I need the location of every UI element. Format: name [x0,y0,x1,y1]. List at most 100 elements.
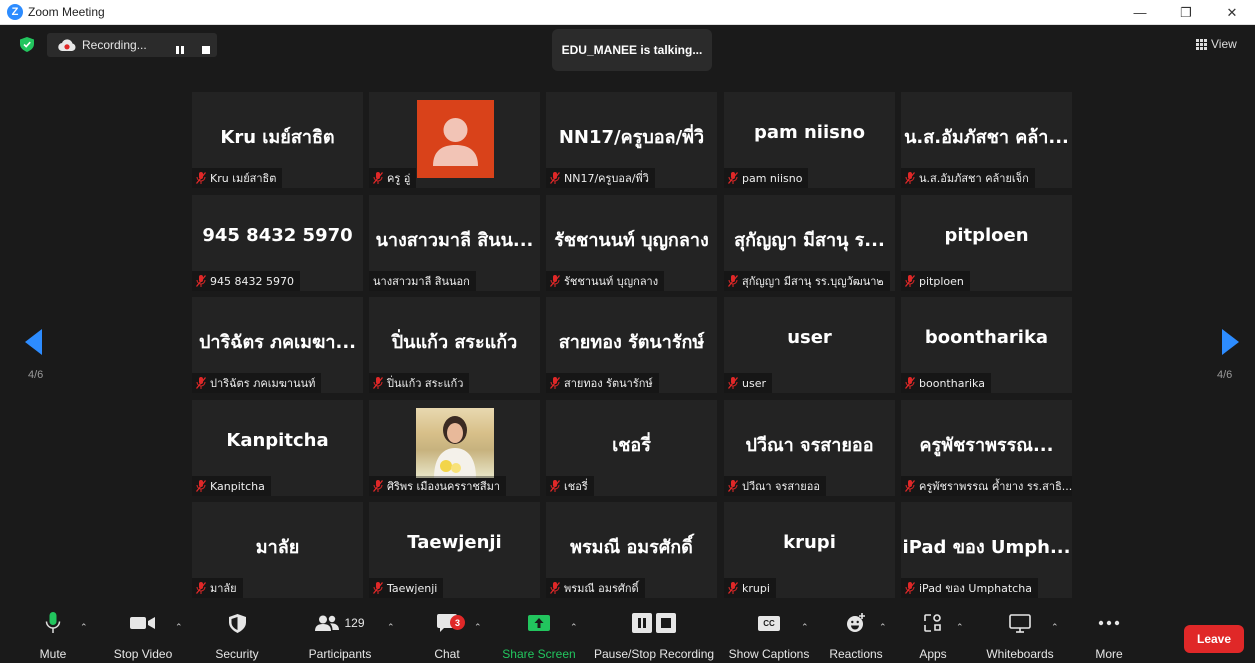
stop-recording-button[interactable] [201,40,211,54]
minimize-button[interactable]: — [1117,0,1163,25]
participant-caption-text: Kru เมย์สาธิต [210,172,277,185]
stop-video-button[interactable]: Stop Video [110,608,176,663]
participant-tile[interactable]: สุกัญญา มีสานุ ร... สุกัญญา มีสานุ รร.บุญ… [724,195,895,291]
apps-options-chevron-icon[interactable]: ⌃ [956,623,964,633]
participant-caption-text: 945 8432 5970 [210,274,294,288]
participant-display-name: น.ส.อัมภัสชา คล้า... [904,127,1069,148]
video-options-chevron-icon[interactable]: ⌃ [175,623,183,633]
participant-display-name: Kru เมย์สาธิต [220,127,335,148]
participant-tile[interactable]: เชอรี่ เชอรี่ [546,400,717,496]
participant-tile[interactable]: Kru เมย์สาธิต Kru เมย์สาธิต [192,92,363,188]
participant-tile[interactable]: ครูพัชราพรรณ... ครูพัชราพรรณ ค้ำยาง รร.สา… [901,400,1072,496]
pause-recording-button[interactable] [175,40,185,54]
participant-display-name: pam niisno [753,122,866,143]
recording-indicator: Recording... [47,33,217,57]
participant-tile[interactable]: boontharika boontharika [901,297,1072,393]
muted-microphone-icon [727,582,739,594]
whiteboards-options-chevron-icon[interactable]: ⌃ [1051,623,1059,633]
muted-microphone-icon [195,582,207,594]
participant-tile[interactable]: pitploen pitploen [901,195,1072,291]
cloud-recording-icon [58,39,76,52]
maximize-button[interactable]: ❐ [1163,0,1209,25]
participant-caption-text: ปิ่นแก้ว สระแก้ว [387,377,464,390]
pause-stop-recording-button[interactable]: Pause/Stop Recording [594,608,714,663]
participant-tile[interactable]: Taewjenji Taewjenji [369,502,540,598]
apps-button[interactable]: Apps [916,608,950,663]
encryption-shield-icon[interactable] [20,37,34,52]
participant-name-caption: Kanpitcha [192,476,271,496]
participant-tile[interactable]: รัชชานนท์ บุญกลาง รัชชานนท์ บุญกลาง [546,195,717,291]
muted-microphone-icon [904,480,916,492]
audio-options-chevron-icon[interactable]: ⌃ [80,623,88,633]
show-captions-label: Show Captions [728,647,810,661]
muted-microphone-icon [727,275,739,287]
participant-tile[interactable]: ครู อู่ [369,92,540,188]
security-button[interactable]: Security [212,608,262,663]
participant-name-caption: 945 8432 5970 [192,271,300,291]
participant-caption-text: user [742,376,766,390]
participant-name-caption: pam niisno [724,168,809,188]
participant-caption-text: pam niisno [742,171,803,185]
muted-microphone-icon [195,172,207,184]
participant-tile[interactable]: krupi krupi [724,502,895,598]
security-shield-icon [228,613,246,633]
participant-caption-text: ครูพัชราพรรณ ค้ำยาง รร.สาธิ... [919,480,1072,493]
participant-display-name: Taewjenji [407,532,502,553]
title-bar: Z Zoom Meeting — ❐ ✕ [0,0,1255,25]
view-button[interactable]: View [1196,35,1244,53]
participant-tile[interactable]: ปิ่นแก้ว สระแก้ว ปิ่นแก้ว สระแก้ว [369,297,540,393]
leave-button[interactable]: Leave [1184,625,1244,653]
participant-name-caption: ปวีณา จรสายออ [724,476,826,496]
participant-tile[interactable]: นางสาวมาลี สินน... นางสาวมาลี สินนอก [369,195,540,291]
participant-tile[interactable]: ปวีณา จรสายออ ปวีณา จรสายออ [724,400,895,496]
participant-display-name: Kanpitcha [226,430,329,451]
next-page-arrow-icon[interactable] [1222,329,1239,355]
more-button[interactable]: More [1092,608,1126,663]
participant-tile[interactable]: น.ส.อัมภัสชา คล้า... น.ส.อัมภัสชา คล้ายเจ… [901,92,1072,188]
participant-display-name: boontharika [924,327,1049,348]
chat-options-chevron-icon[interactable]: ⌃ [474,623,482,633]
show-captions-button[interactable]: CC Show Captions [728,608,810,663]
muted-microphone-icon [195,377,207,389]
zoom-logo-icon: Z [7,4,23,20]
participant-video-thumbnail [416,408,494,478]
muted-microphone-icon [372,172,384,184]
participant-tile[interactable]: user user [724,297,895,393]
participant-tile[interactable]: Kanpitcha Kanpitcha [192,400,363,496]
participant-caption-text: ปวีณา จรสายออ [742,480,820,493]
participant-tile[interactable]: NN17/ครูบอล/พี่วิ NN17/ครูบอล/พี่วิ [546,92,717,188]
reactions-options-chevron-icon[interactable]: ⌃ [879,623,887,633]
participant-tile[interactable]: pam niisno pam niisno [724,92,895,188]
participants-label: Participants [308,647,372,661]
participant-caption-text: พรมณี อมรศักดิ์ [564,582,639,595]
apps-label: Apps [919,647,947,661]
participant-tile[interactable]: ปาริฉัตร ภคเมฆา... ปาริฉัตร ภคเมฆานนท์ [192,297,363,393]
participants-button[interactable]: 129 Participants [305,608,375,663]
mute-button[interactable]: Mute [30,608,76,663]
participant-display-name: ปิ่นแก้ว สระแก้ว [391,332,518,353]
participant-tile[interactable]: พรมณี อมรศักดิ์ พรมณี อมรศักดิ์ [546,502,717,598]
participants-count: 129 [344,616,365,630]
prev-page-arrow-icon[interactable] [25,329,42,355]
participant-display-name: ครูพัชราพรรณ... [919,435,1054,456]
participant-display-name: สุกัญญา มีสานุ ร... [734,230,885,251]
share-screen-button[interactable]: Share Screen [502,608,576,663]
close-button[interactable]: ✕ [1209,0,1255,25]
participant-name-caption: ครู อู่ [369,168,417,188]
participant-caption-text: สุกัญญา มีสานุ รร.บุญวัฒนา๒ [742,275,884,288]
more-dots-icon [1098,620,1120,626]
participant-display-name: user [787,327,832,348]
reactions-button[interactable]: Reactions [829,608,883,663]
security-label: Security [215,647,259,661]
participant-name-caption: พรมณี อมรศักดิ์ [546,578,645,598]
participant-tile[interactable]: iPad ของ Umph... iPad ของ Umphatcha [901,502,1072,598]
participant-tile[interactable]: มาลัย มาลัย [192,502,363,598]
captions-options-chevron-icon[interactable]: ⌃ [801,623,809,633]
share-options-chevron-icon[interactable]: ⌃ [570,623,578,633]
muted-microphone-icon [549,275,561,287]
participant-tile[interactable]: ศิริพร เมืองนครราชสีมา [369,400,540,496]
participants-options-chevron-icon[interactable]: ⌃ [387,623,395,633]
participant-tile[interactable]: สายทอง รัตนารักษ์ สายทอง รัตนารักษ์ [546,297,717,393]
whiteboards-button[interactable]: Whiteboards [984,608,1056,663]
participant-tile[interactable]: 945 8432 5970 945 8432 5970 [192,195,363,291]
